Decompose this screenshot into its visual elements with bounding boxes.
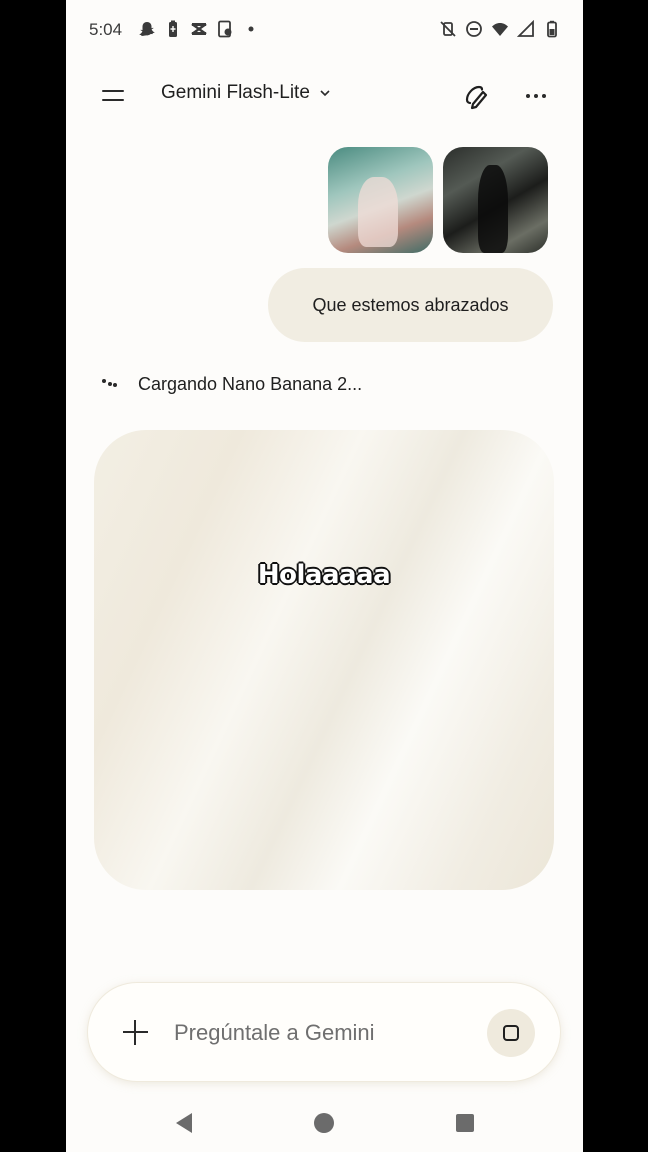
loading-text: Cargando Nano Banana 2... — [138, 374, 363, 394]
generated-image-placeholder: Holaaaaa — [94, 430, 554, 890]
loading-status: Cargando Nano Banana 2... — [100, 374, 362, 395]
model-name: Gemini Flash-Lite — [161, 82, 310, 103]
snapchat-icon — [138, 20, 156, 38]
home-icon[interactable] — [314, 1113, 334, 1133]
attachment-thumbnail-2[interactable] — [443, 147, 548, 253]
menu-icon[interactable] — [96, 82, 130, 110]
attachment-thumbnail-1[interactable] — [328, 147, 433, 253]
battery-icon — [543, 20, 561, 38]
add-attachment-icon[interactable] — [122, 1019, 150, 1047]
system-navigation-bar — [66, 1100, 583, 1152]
loading-spinner-icon — [100, 375, 120, 395]
user-message-text: Que estemos abrazados — [312, 294, 509, 315]
signal-icon — [517, 20, 535, 38]
status-bar: 5:04 — [66, 0, 583, 60]
chevron-down-icon — [320, 90, 330, 97]
vibrate-off-icon — [439, 20, 457, 38]
stop-icon — [503, 1025, 519, 1041]
prompt-input[interactable] — [174, 1013, 474, 1053]
prompt-bar — [88, 983, 560, 1081]
status-system-icons — [439, 20, 561, 38]
status-notification-icons — [138, 20, 260, 38]
photo-person-figure — [358, 177, 398, 247]
model-selector[interactable]: Gemini Flash-Lite — [161, 82, 332, 104]
user-message-bubble[interactable]: Que estemos abrazados — [268, 268, 553, 342]
overlay-caption: Holaaaaa — [257, 560, 391, 590]
photo-person-figure — [478, 165, 508, 253]
recents-icon[interactable] — [456, 1114, 474, 1132]
app-screen: 5:04 Gemini Flash-Lite Que estemos abraz… — [66, 0, 583, 1152]
top-app-bar: Gemini Flash-Lite — [66, 68, 583, 124]
capcut-icon — [190, 20, 208, 38]
dot-icon — [242, 20, 260, 38]
wifi-icon — [491, 20, 509, 38]
status-time: 5:04 — [89, 20, 123, 39]
do-not-disturb-icon — [465, 20, 483, 38]
screen-record-icon — [216, 20, 234, 38]
edit-icon — [465, 85, 488, 110]
new-chat-button[interactable] — [460, 79, 494, 113]
more-options-icon[interactable] — [519, 82, 553, 110]
back-icon[interactable] — [174, 1112, 194, 1134]
battery-saver-icon — [164, 20, 182, 38]
stop-generation-button[interactable] — [487, 1009, 535, 1057]
